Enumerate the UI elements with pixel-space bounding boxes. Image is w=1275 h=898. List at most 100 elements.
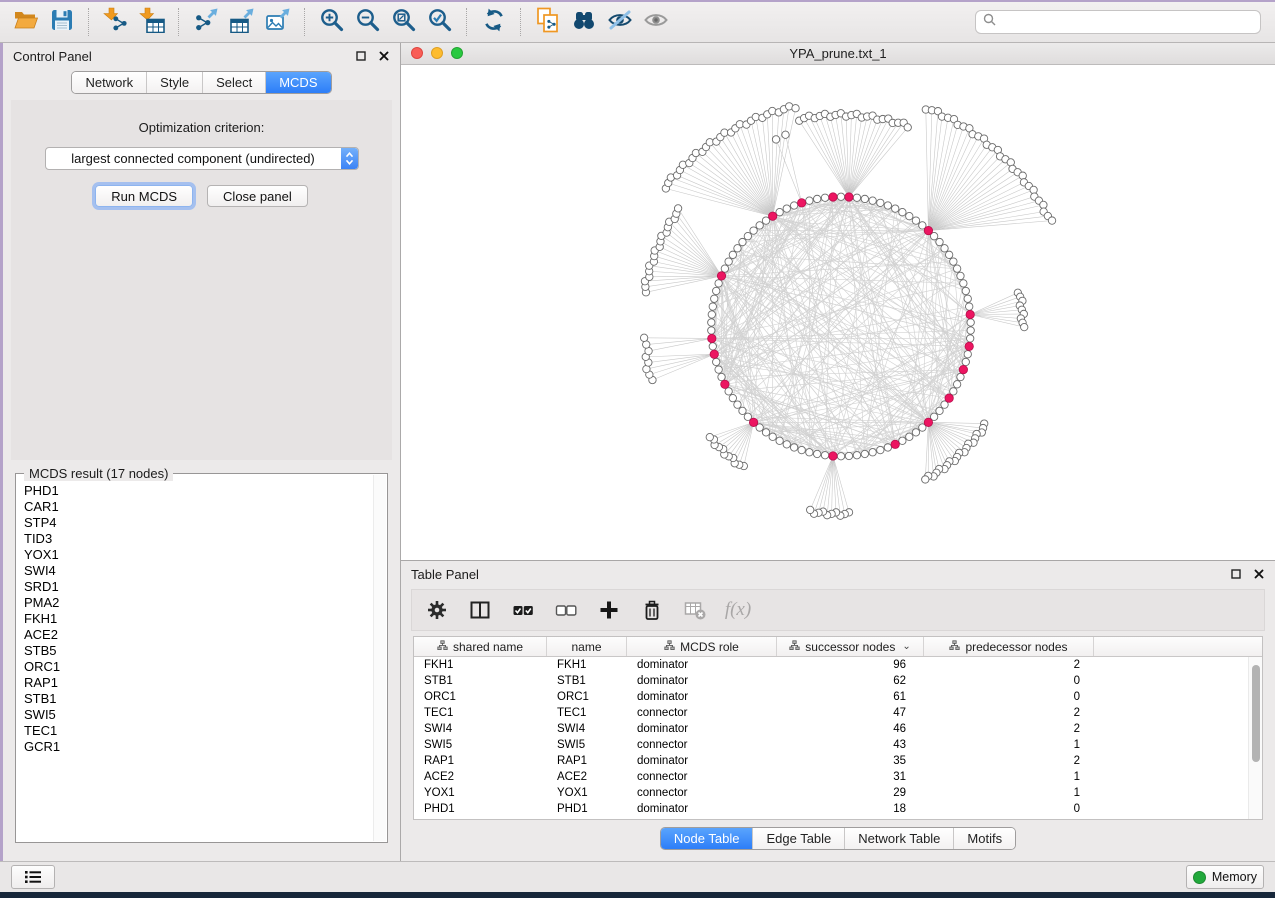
network-canvas[interactable] (401, 65, 1275, 560)
network-node[interactable] (709, 343, 716, 350)
network-node[interactable] (936, 407, 943, 414)
network-node[interactable] (725, 258, 732, 265)
network-node[interactable] (853, 194, 860, 201)
mcds-result-item[interactable]: FKH1 (17, 611, 386, 627)
mcds-result-item[interactable]: TEC1 (17, 723, 386, 739)
network-node[interactable] (739, 407, 746, 414)
select-all-icon[interactable] (510, 598, 536, 622)
network-node[interactable] (729, 251, 736, 258)
columns-icon[interactable] (467, 598, 493, 622)
network-node[interactable] (945, 251, 952, 258)
network-node[interactable] (708, 327, 715, 334)
network-node[interactable] (807, 506, 814, 513)
mcds-node[interactable] (797, 199, 805, 207)
mcds-result-item[interactable]: STP4 (17, 515, 386, 531)
network-node[interactable] (1021, 323, 1028, 330)
network-node[interactable] (957, 373, 964, 380)
network-node[interactable] (721, 265, 728, 272)
table-row[interactable]: ORC1ORC1dominator610 (414, 689, 1262, 705)
mcds-result-item[interactable]: SWI5 (17, 707, 386, 723)
tab-network-table[interactable]: Network Table (844, 828, 953, 849)
mcds-node[interactable] (965, 342, 973, 350)
mcds-node[interactable] (945, 394, 953, 402)
export-network-button[interactable] (188, 6, 224, 38)
network-node[interactable] (750, 227, 757, 234)
network-node[interactable] (729, 394, 736, 401)
network-node[interactable] (869, 449, 876, 456)
binoculars-button[interactable] (566, 6, 602, 38)
table-row[interactable]: SWI4SWI4dominator462 (414, 721, 1262, 737)
network-node[interactable] (953, 381, 960, 388)
network-node[interactable] (906, 212, 913, 219)
tab-edge-table[interactable]: Edge Table (752, 828, 844, 849)
network-node[interactable] (953, 265, 960, 272)
tab-network[interactable]: Network (72, 72, 146, 93)
open-folder-button[interactable] (8, 6, 44, 38)
network-node[interactable] (962, 358, 969, 365)
table-row[interactable]: PHD1PHD1dominator180 (414, 801, 1262, 817)
network-node[interactable] (960, 280, 967, 287)
float-panel-icon[interactable] (355, 50, 367, 62)
export-table-button[interactable] (224, 6, 260, 38)
zoom-fit-button[interactable] (386, 6, 422, 38)
window-minimize-icon[interactable] (431, 47, 443, 59)
run-mcds-button[interactable]: Run MCDS (95, 185, 193, 207)
mcds-result-item[interactable]: PMA2 (17, 595, 386, 611)
table-row[interactable]: SWI5SWI5connector431 (414, 737, 1262, 753)
search-input[interactable] (1001, 14, 1253, 30)
network-node[interactable] (936, 238, 943, 245)
mcds-node[interactable] (710, 350, 718, 358)
network-node[interactable] (950, 258, 957, 265)
network-node[interactable] (813, 195, 820, 202)
table-row[interactable]: STB1STB1dominator620 (414, 673, 1262, 689)
search-box[interactable] (975, 10, 1261, 34)
mcds-node[interactable] (769, 212, 777, 220)
duplicate-network-button[interactable] (530, 6, 566, 38)
table-scrollbar-thumb[interactable] (1252, 665, 1260, 762)
mcds-result-item[interactable]: ACE2 (17, 627, 386, 643)
network-node[interactable] (966, 303, 973, 310)
mcds-node[interactable] (966, 310, 974, 318)
network-node[interactable] (906, 433, 913, 440)
network-node[interactable] (941, 245, 948, 252)
network-node[interactable] (877, 446, 884, 453)
float-panel-icon[interactable] (1230, 568, 1242, 580)
mcds-result-item[interactable]: STB5 (17, 643, 386, 659)
mcds-result-item[interactable]: SRD1 (17, 579, 386, 595)
network-node[interactable] (1019, 172, 1026, 179)
network-node[interactable] (709, 303, 716, 310)
gear-icon[interactable] (424, 598, 450, 622)
save-button[interactable] (44, 6, 80, 38)
add-icon[interactable] (596, 598, 622, 622)
mcds-result-item[interactable]: SWI4 (17, 563, 386, 579)
eye-button[interactable] (638, 6, 674, 38)
network-node[interactable] (967, 327, 974, 334)
network-node[interactable] (964, 295, 971, 302)
mcds-result-item[interactable]: ORC1 (17, 659, 386, 675)
network-node[interactable] (643, 341, 650, 348)
network-node[interactable] (1048, 217, 1055, 224)
network-node[interactable] (739, 238, 746, 245)
network-node[interactable] (861, 195, 868, 202)
tab-node-table[interactable]: Node Table (661, 828, 753, 849)
import-network-button[interactable] (98, 6, 134, 38)
mcds-node[interactable] (891, 440, 899, 448)
network-node[interactable] (715, 366, 722, 373)
mcds-node[interactable] (924, 226, 932, 234)
network-node[interactable] (861, 450, 868, 457)
network-node[interactable] (806, 197, 813, 204)
close-panel-button[interactable]: Close panel (207, 185, 308, 207)
network-node[interactable] (783, 441, 790, 448)
show-panels-button[interactable] (11, 865, 55, 889)
network-graph[interactable] (401, 65, 1275, 560)
tab-motifs[interactable]: Motifs (953, 828, 1015, 849)
table-scrollbar[interactable] (1248, 657, 1262, 819)
tab-style[interactable]: Style (146, 72, 202, 93)
network-node[interactable] (899, 208, 906, 215)
column-header-shared-name[interactable]: shared name (414, 637, 547, 656)
network-node[interactable] (884, 444, 891, 451)
network-node[interactable] (725, 388, 732, 395)
network-node[interactable] (821, 194, 828, 201)
network-node[interactable] (640, 334, 647, 341)
refresh-button[interactable] (476, 6, 512, 38)
